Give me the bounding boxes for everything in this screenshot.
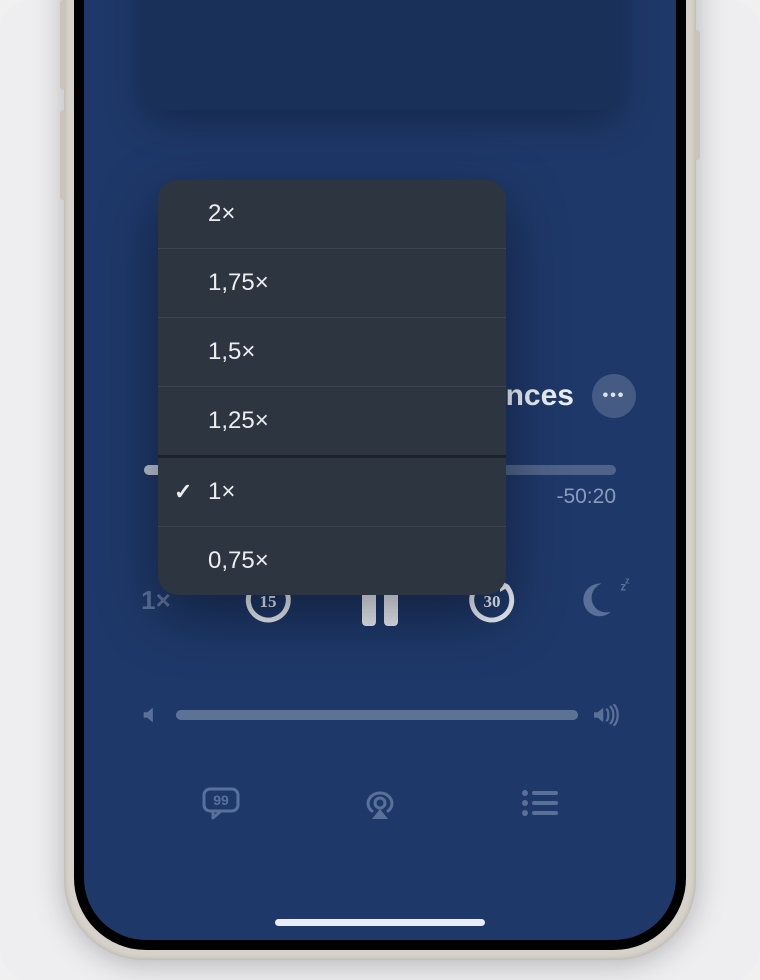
speed-option-1x[interactable]: ✓ 1× [158,458,506,527]
chapters-button[interactable]: 99 [198,780,244,826]
volume-high-icon [592,704,620,726]
speed-option-label: 1,5× [208,338,255,365]
ellipsis-icon: ••• [603,387,626,405]
podcast-artwork[interactable]: BRIN [144,0,619,110]
volume-down-button [60,110,66,200]
screen: BRIN ences ••• -50:20 1× [84,0,676,940]
volume-control[interactable] [140,704,620,726]
list-icon [520,788,560,818]
volume-low-icon [140,704,162,726]
speed-option-1-75x[interactable]: 1,75× [158,249,506,318]
artwork-title: BRIN [187,0,576,110]
speed-option-2x[interactable]: 2× [158,180,506,249]
phone-bezel: BRIN ences ••• -50:20 1× [74,0,686,950]
speed-option-label: 1× [208,478,235,505]
time-remaining: -50:20 [556,485,616,509]
sleep-timer-button[interactable]: z z [576,576,632,624]
svg-text:z: z [625,576,630,586]
bottom-toolbar: 99 [84,780,676,826]
moon-icon: z z [576,572,632,628]
speed-option-label: 1,25× [208,407,269,434]
checkmark-icon: ✓ [174,479,192,505]
home-indicator[interactable] [275,919,485,926]
volume-up-button [60,0,66,90]
power-button [694,30,700,160]
svg-text:99: 99 [213,792,229,808]
stage: BRIN ences ••• -50:20 1× [0,0,760,980]
speed-option-0-75x[interactable]: 0,75× [158,527,506,595]
more-button[interactable]: ••• [592,374,636,418]
airplay-icon [360,785,400,821]
speed-option-1-5x[interactable]: 1,5× [158,318,506,387]
playback-speed-menu: 2× 1,75× 1,5× 1,25× ✓ 1× [158,180,506,595]
speed-option-1-25x[interactable]: 1,25× [158,387,506,458]
speed-option-label: 2× [208,200,235,227]
queue-button[interactable] [517,780,563,826]
speed-option-label: 0,75× [208,547,269,574]
volume-track[interactable] [176,710,578,720]
speed-option-label: 1,75× [208,269,269,296]
phone-frame: BRIN ences ••• -50:20 1× [64,0,696,960]
volume-fill [176,710,578,720]
quote-bubble-icon: 99 [201,786,241,820]
airplay-button[interactable] [357,780,403,826]
